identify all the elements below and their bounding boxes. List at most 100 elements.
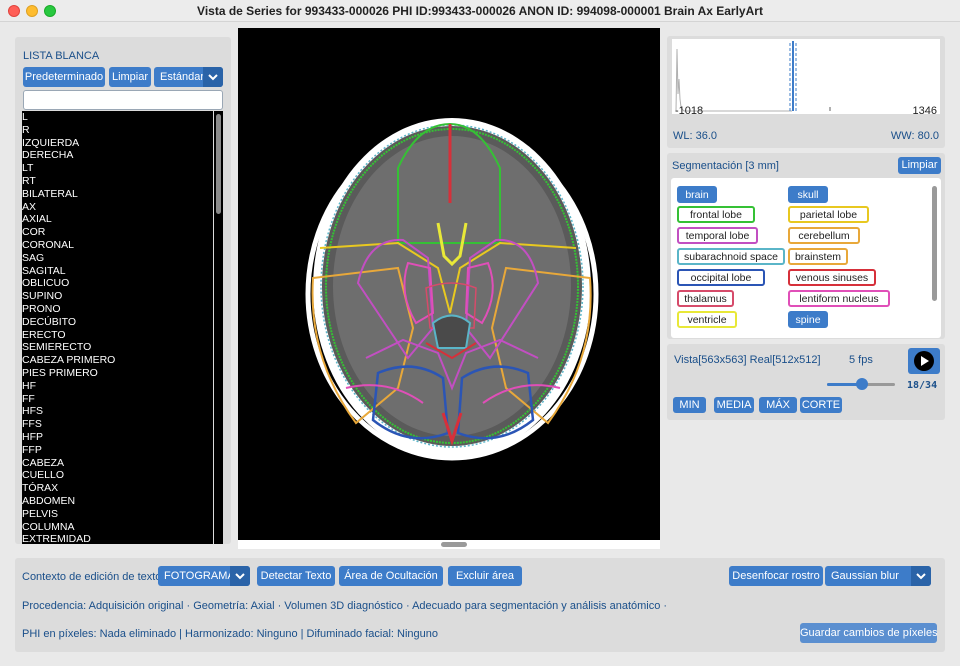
clear-whitelist-button[interactable]: Limpiar — [109, 67, 151, 87]
play-button[interactable] — [908, 348, 940, 374]
whitelist-item[interactable]: CABEZA PRIMERO — [22, 354, 213, 367]
whitelist-item[interactable]: DECÚBITO — [22, 316, 213, 329]
scrollbar-thumb[interactable] — [216, 114, 221, 214]
whitelist-item[interactable]: CUELLO — [22, 469, 213, 482]
blur-type-value: Gaussian blur — [831, 570, 899, 582]
whitelist-item[interactable]: FFP — [22, 444, 213, 457]
whitelist-item[interactable]: HFS — [22, 405, 213, 418]
projection-button-min[interactable]: MIN — [673, 397, 706, 413]
whitelist-item[interactable]: BILATERAL — [22, 188, 213, 201]
whitelist-item[interactable]: COR — [22, 226, 213, 239]
segmentation-tag[interactable]: brainstem — [788, 248, 848, 265]
clear-segmentation-button[interactable]: Limpiar — [898, 157, 941, 174]
context-select[interactable]: FOTOGRAMA — [158, 566, 250, 586]
segmentation-tag[interactable]: temporal lobe — [677, 227, 758, 244]
whitelist-item[interactable]: PIES PRIMERO — [22, 367, 213, 380]
segmentation-tag[interactable]: frontal lobe — [677, 206, 755, 223]
whitelist-item[interactable]: ERECTO — [22, 329, 213, 342]
whitelist-item[interactable]: SAGITAL — [22, 265, 213, 278]
occlusion-area-button[interactable]: Área de Ocultación — [339, 566, 443, 586]
whitelist-item[interactable]: RT — [22, 175, 213, 188]
blur-face-button[interactable]: Desenfocar rostro — [729, 566, 823, 586]
blur-type-select[interactable]: Gaussian blur — [825, 566, 931, 586]
window-title: Vista de Series for 993433-000026 PHI ID… — [197, 4, 763, 18]
whitelist-item[interactable]: CABEZA — [22, 457, 213, 470]
window-width-label: WW: 80.0 — [890, 130, 939, 142]
playback-panel: Vista[563x563] Real[512x512] 5 fps 18/34… — [667, 344, 945, 420]
whitelist-item[interactable]: ABDOMEN — [22, 495, 213, 508]
whitelist-item[interactable]: PELVIS — [22, 508, 213, 521]
whitelist-title: LISTA BLANCA — [23, 50, 100, 62]
phi-status-text: PHI en píxeles: Nada eliminado | Harmoni… — [22, 628, 438, 640]
chevron-down-icon — [911, 566, 931, 586]
histogram-min-label: -1018 — [675, 105, 704, 117]
segmentation-panel: Segmentación [3 mm] Limpiar brain skull fr… — [667, 153, 945, 339]
chevron-down-icon — [230, 566, 250, 586]
whitelist-item[interactable]: CORONAL — [22, 239, 213, 252]
whitelist-item[interactable]: L — [22, 111, 213, 124]
context-label: Contexto de edición de texto: — [22, 571, 165, 583]
whitelist-item[interactable]: AXIAL — [22, 213, 213, 226]
whitelist-item[interactable]: DERECHA — [22, 149, 213, 162]
whitelist-item[interactable]: COLUMNA — [22, 521, 213, 534]
text-edit-panel: Contexto de edición de texto: FOTOGRAMA … — [15, 558, 945, 652]
whitelist-item[interactable]: AX — [22, 201, 213, 214]
slider-thumb[interactable] — [856, 378, 869, 390]
context-select-value: FOTOGRAMA — [164, 570, 235, 582]
image-viewer[interactable] — [238, 28, 660, 540]
exclude-area-button[interactable]: Excluir área — [448, 566, 522, 586]
projection-button-media[interactable]: MEDIA — [714, 397, 754, 413]
histogram-chart[interactable]: -1018 1346 — [672, 39, 940, 117]
whitelist-item[interactable]: FFS — [22, 418, 213, 431]
whitelist-scrollbar[interactable] — [214, 111, 223, 544]
whitelist-item[interactable]: HFP — [22, 431, 213, 444]
default-button[interactable]: Predeterminado — [23, 67, 105, 87]
segmentation-tag[interactable]: brain — [677, 186, 717, 203]
segmentation-scrollbar[interactable] — [932, 186, 937, 301]
segmentation-tag[interactable]: spine — [788, 311, 828, 328]
whitelist-item[interactable]: HF — [22, 380, 213, 393]
whitelist-item[interactable]: FF — [22, 393, 213, 406]
projection-button-máx[interactable]: MÁX — [759, 397, 797, 413]
segmentation-tag[interactable]: lentiform nucleus — [788, 290, 890, 307]
window-level-label: WL: 36.0 — [673, 130, 718, 142]
segmentation-tag[interactable]: parietal lobe — [788, 206, 869, 223]
segmentation-tag[interactable]: thalamus — [677, 290, 734, 307]
save-pixel-changes-button[interactable]: Guardar cambios de píxeles — [800, 623, 938, 643]
segmentation-tag[interactable]: cerebellum — [788, 227, 860, 244]
standard-select[interactable]: Estándar — [154, 67, 223, 87]
whitelist-item[interactable]: LT — [22, 162, 213, 175]
view-info: Vista[563x563] Real[512x512] — [674, 354, 821, 366]
whitelist-item[interactable]: TÓRAX — [22, 482, 213, 495]
projection-button-corte[interactable]: CORTE — [800, 397, 842, 413]
segmentation-tag[interactable]: subarachnoid space — [677, 248, 785, 265]
whitelist-item[interactable]: SAG — [22, 252, 213, 265]
whitelist-item[interactable]: R — [22, 124, 213, 137]
segmentation-tag[interactable]: skull — [788, 186, 828, 203]
title-bar: Vista de Series for 993433-000026 PHI ID… — [0, 0, 960, 22]
segmentation-tag[interactable]: occipital lobe — [677, 269, 765, 286]
whitelist-item[interactable]: IZQUIERDA — [22, 137, 213, 150]
procedure-text: Procedencia: Adquisición original · Geom… — [22, 600, 668, 612]
detect-text-button[interactable]: Detectar Texto — [257, 566, 335, 586]
whitelist-item[interactable]: PRONO — [22, 303, 213, 316]
segmentation-tag[interactable]: venous sinuses — [788, 269, 876, 286]
segmentation-title: Segmentación [3 mm] — [672, 160, 779, 172]
whitelist-list[interactable]: L R IZQUIERDA DERECHA LT RT BILATERAL AX AXIAL CO… — [22, 111, 213, 544]
brain-ct-slice — [305, 118, 599, 461]
segmentation-tags: brain skull frontal lobe parietal lobe tempo… — [671, 178, 941, 338]
whitelist-item[interactable]: OBLICUO — [22, 277, 213, 290]
whitelist-item[interactable]: SUPINO — [22, 290, 213, 303]
histogram-panel: -1018 1346 WL: 36.0 WW: 80.0 — [667, 36, 945, 148]
play-icon — [914, 351, 934, 371]
whitelist-item[interactable]: EXTREMIDAD — [22, 533, 213, 544]
frame-counter: 18/34 — [907, 380, 938, 391]
standard-select-value: Estándar — [160, 71, 205, 83]
whitelist-item[interactable]: SEMIERECTO — [22, 341, 213, 354]
whitelist-panel: LISTA BLANCA Predeterminado Limpiar Está… — [15, 37, 231, 544]
resize-grip[interactable] — [441, 542, 467, 547]
whitelist-search-input[interactable] — [23, 90, 223, 110]
chevron-down-icon — [203, 67, 223, 87]
frame-slider[interactable] — [827, 378, 895, 390]
segmentation-tag[interactable]: ventricle — [677, 311, 737, 328]
